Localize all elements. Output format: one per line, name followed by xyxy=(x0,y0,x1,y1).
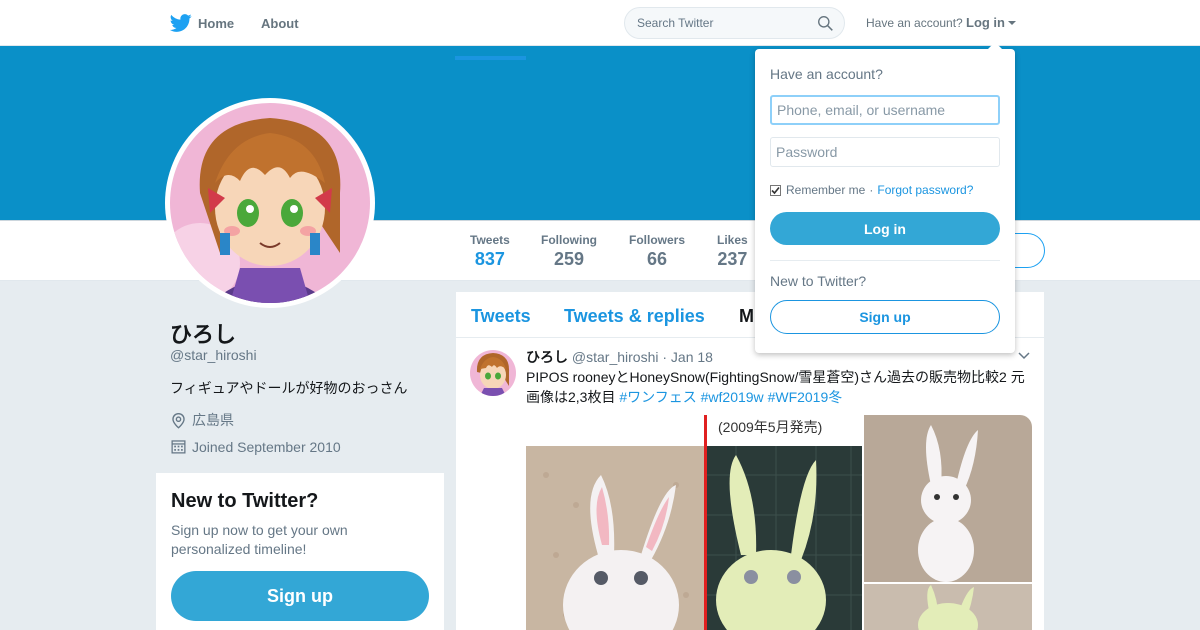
remember-label[interactable]: Remember me xyxy=(786,183,865,197)
caret-down-icon[interactable] xyxy=(1008,21,1016,25)
top-nav: Home About Have an account? Log in xyxy=(0,0,1200,46)
stat-label: Tweets xyxy=(470,233,510,247)
stat-value: 66 xyxy=(646,249,668,269)
media-image-1: (2009年5月発売) xyxy=(526,415,862,630)
signup-card-text: Sign up now to get your own personalized… xyxy=(171,522,348,557)
search-input[interactable] xyxy=(637,16,807,30)
signup-button[interactable]: Sign up xyxy=(770,300,1000,334)
login-dropdown: Have an account? Remember me · Forgot pa… xyxy=(755,42,1015,353)
login-heading: Have an account? xyxy=(770,66,883,82)
tab-media[interactable]: M xyxy=(739,306,754,327)
have-account-text: Have an account? xyxy=(866,16,963,30)
forgot-password-link[interactable]: Forgot password? xyxy=(877,183,973,197)
tweet-media[interactable]: (2009年5月発売) xyxy=(526,415,1032,630)
calendar-icon xyxy=(171,440,186,454)
stat-label: Following xyxy=(541,233,597,247)
profile-avatar[interactable] xyxy=(165,98,375,308)
stat-followers[interactable]: Followers 66 xyxy=(629,233,685,270)
profile-handle[interactable]: @star_hiroshi xyxy=(170,347,257,363)
media-caption: (2009年5月発売) xyxy=(718,419,822,435)
stat-value: 837 xyxy=(474,249,505,269)
signup-card-title: New to Twitter? xyxy=(171,490,319,512)
new-to-twitter-text: New to Twitter? xyxy=(770,273,867,289)
tweet-header: ひろし @star_hiroshi · Jan 18 xyxy=(526,347,713,367)
stat-label: Followers xyxy=(629,233,686,247)
search-icon[interactable] xyxy=(817,15,834,32)
location-pin-icon xyxy=(172,412,185,429)
login-button[interactable]: Log in xyxy=(770,212,1000,245)
nav-home[interactable]: Home xyxy=(170,12,234,34)
stat-value: 259 xyxy=(553,249,585,269)
tab-tweets[interactable]: Tweets xyxy=(471,306,531,327)
tweet-avatar-image xyxy=(470,350,516,396)
tweet-separator: · xyxy=(662,349,668,365)
nav-home-label: Home xyxy=(198,15,235,31)
tweet-menu-chevron-icon[interactable] xyxy=(1018,352,1030,360)
signup-card: New to Twitter? Sign up now to get your … xyxy=(156,473,444,630)
stat-following[interactable]: Following 259 xyxy=(541,233,597,270)
remember-separator: · xyxy=(869,183,874,197)
profile-joined: Joined September 2010 xyxy=(170,438,341,455)
tweet-text: PIPOS rooneyとHoneySnow(FightingSnow/雪星蒼空… xyxy=(526,367,1031,407)
joined-text: Joined September 2010 xyxy=(192,438,341,455)
tab-tweets-replies[interactable]: Tweets & replies xyxy=(564,306,705,327)
tweet-media-images: (2009年5月発売) xyxy=(526,415,1032,630)
twitter-bird-icon xyxy=(170,14,192,32)
profile-name[interactable]: ひろし xyxy=(170,317,236,349)
remember-checkbox[interactable] xyxy=(770,184,781,196)
location-text: 広島県 xyxy=(192,412,234,428)
active-tab-underline xyxy=(455,56,526,60)
login-toggle[interactable]: Log in xyxy=(966,15,1005,30)
hashtag-link[interactable]: #wf2019w xyxy=(701,389,764,405)
remember-row: Remember me · Forgot password? xyxy=(770,183,973,197)
stat-tweets[interactable]: Tweets 837 xyxy=(470,233,510,270)
tweet[interactable]: ひろし @star_hiroshi · Jan 18 PIPOS rooneyと… xyxy=(456,338,1044,630)
stat-value: 237 xyxy=(717,249,748,269)
tweet-author-handle[interactable]: @star_hiroshi xyxy=(572,349,659,365)
tweet-date[interactable]: Jan 18 xyxy=(671,349,713,365)
password-field[interactable] xyxy=(770,137,1000,167)
profile-bio: フィギュアやドールが好物のおっさん xyxy=(170,380,408,396)
tweet-avatar[interactable] xyxy=(470,350,516,396)
stat-label: Likes xyxy=(717,233,748,247)
media-image-2 xyxy=(864,415,1032,582)
search-box[interactable] xyxy=(624,7,845,39)
signup-card-button[interactable]: Sign up xyxy=(171,571,429,621)
avatar-image xyxy=(170,103,370,303)
dropdown-arrow xyxy=(987,42,1003,50)
dropdown-divider xyxy=(770,260,1000,261)
nav-about[interactable]: About xyxy=(261,16,299,31)
profile-location: 広島県 xyxy=(170,410,234,430)
media-image-3 xyxy=(864,584,1032,630)
tweet-author-name[interactable]: ひろし xyxy=(526,349,568,365)
hashtag-link[interactable]: #WF2019冬 xyxy=(768,389,843,405)
hashtag-link[interactable]: #ワンフェス xyxy=(619,389,696,405)
username-field[interactable] xyxy=(770,95,1000,125)
stat-likes[interactable]: Likes 237 xyxy=(717,233,748,270)
